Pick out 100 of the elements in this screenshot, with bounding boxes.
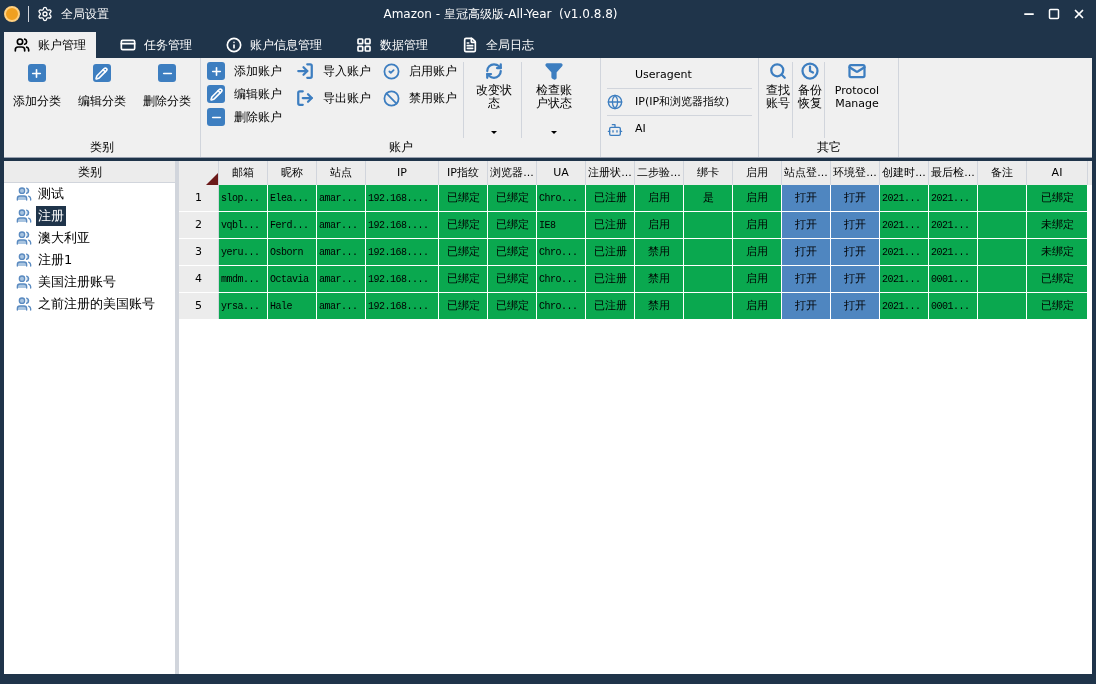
row-number[interactable]: 5	[179, 293, 219, 319]
ribbon-button[interactable]: Protocol Manage	[829, 62, 885, 138]
table-cell: 已绑定	[1027, 185, 1088, 211]
table-cell: 打开	[782, 212, 831, 238]
table-cell: 打开	[831, 185, 880, 211]
ribbon-button[interactable]: 删除账户	[207, 108, 282, 126]
ribbon-button[interactable]: 添加账户	[207, 62, 282, 80]
table-cell: 打开	[831, 266, 880, 292]
ribbon-button[interactable]: 备份恢复	[797, 62, 825, 138]
row-number[interactable]: 3	[179, 239, 219, 265]
table-cell: mmdm...	[219, 266, 268, 292]
table-cell: 启用	[733, 293, 782, 319]
category-item[interactable]: 之前注册的美国账号	[36, 294, 157, 314]
table-cell: 已绑定	[439, 185, 488, 211]
table-cell: 未绑定	[1027, 239, 1088, 265]
table-cell: 192.168....	[366, 266, 439, 292]
tab[interactable]: 账户信息管理	[216, 32, 332, 58]
group-label: 类别	[89, 139, 115, 156]
table-cell: 192.168....	[366, 293, 439, 319]
category-item[interactable]: 测试	[36, 184, 66, 204]
row-number[interactable]: 2	[179, 212, 219, 238]
table-cell: 未绑定	[1027, 212, 1088, 238]
table-cell: 禁用	[635, 266, 684, 292]
global-settings-link[interactable]: 全局设置	[61, 5, 109, 23]
ribbon-button[interactable]: 导入账户	[296, 62, 371, 80]
window-title: Amazon - 皇冠高级版-All-Year (v1.0.8.8)	[382, 6, 619, 23]
category-item[interactable]: 注册	[36, 206, 66, 226]
table-cell: 192.168....	[366, 239, 439, 265]
table-cell: 已绑定	[1027, 266, 1088, 292]
table-cell: 启用	[733, 185, 782, 211]
table-cell: 启用	[733, 239, 782, 265]
table-cell: Chro...	[537, 239, 586, 265]
table-cell: 已注册	[586, 266, 635, 292]
table-cell: 已注册	[586, 185, 635, 211]
dropdown-button[interactable]: 改变状态	[470, 62, 522, 138]
category-item[interactable]: 注册1	[36, 250, 75, 270]
table-cell: 启用	[733, 266, 782, 292]
table-cell: Octavia	[268, 266, 317, 292]
category-item[interactable]: 美国注册账号	[36, 272, 118, 292]
table-cell: 已绑定	[488, 185, 537, 211]
ribbon-button[interactable]: 编辑账户	[207, 85, 282, 103]
table-cell: amar...	[317, 293, 366, 319]
table-cell: slop...	[219, 185, 268, 211]
category-item[interactable]: 澳大利亚	[36, 228, 92, 248]
row-number[interactable]: 4	[179, 266, 219, 292]
table-cell: Hale	[268, 293, 317, 319]
table-cell: 已绑定	[488, 239, 537, 265]
table-cell: 已绑定	[488, 293, 537, 319]
table-cell: 禁用	[635, 239, 684, 265]
settings-item[interactable]: Useragent	[607, 62, 752, 89]
ribbon-button[interactable]: 启用账户	[383, 62, 457, 80]
table-cell: 2021...	[880, 239, 929, 265]
table-cell: 2021...	[880, 293, 929, 319]
table-cell: 打开	[782, 239, 831, 265]
table-cell: 启用	[635, 212, 684, 238]
table-cell: 打开	[831, 212, 880, 238]
table-cell: 已注册	[586, 293, 635, 319]
table-cell: 2021...	[880, 185, 929, 211]
table-cell: 是	[684, 185, 733, 211]
table-cell: vqbl...	[219, 212, 268, 238]
table-cell: 2021...	[880, 212, 929, 238]
table-cell: amar...	[317, 266, 366, 292]
table-cell: 启用	[635, 185, 684, 211]
tab[interactable]: 全局日志	[452, 32, 544, 58]
table-cell: 启用	[733, 212, 782, 238]
table-cell: 打开	[782, 266, 831, 292]
settings-item[interactable]: AI	[607, 116, 752, 143]
table-cell: 打开	[782, 293, 831, 319]
ribbon-button[interactable]: 删除分类	[141, 62, 194, 138]
table-cell: 0001...	[929, 293, 978, 319]
table-cell: yeru...	[219, 239, 268, 265]
dropdown-button[interactable]: 检查账户状态	[528, 62, 580, 138]
tab[interactable]: 任务管理	[110, 32, 202, 58]
table-cell: 0001...	[929, 266, 978, 292]
table-cell: amar...	[317, 239, 366, 265]
table-cell: 禁用	[635, 293, 684, 319]
table-cell: 打开	[782, 185, 831, 211]
group-label: 其它	[815, 139, 842, 156]
table-cell: 已注册	[586, 212, 635, 238]
table-cell: Elea...	[268, 185, 317, 211]
ribbon-button[interactable]: 查找账号	[765, 62, 793, 138]
ribbon-button[interactable]: 编辑分类	[76, 62, 128, 138]
tab[interactable]: 数据管理	[346, 32, 438, 58]
table-cell: 已绑定	[439, 266, 488, 292]
table-cell: amar...	[317, 185, 366, 211]
table-cell: IE8	[537, 212, 586, 238]
settings-item[interactable]: IP(IP和浏览器指纹)	[607, 89, 752, 116]
table-cell: 192.168....	[366, 185, 439, 211]
ribbon-button[interactable]: 导出账户	[296, 89, 371, 107]
table-cell: 已注册	[586, 239, 635, 265]
table-cell: 2021...	[929, 185, 978, 211]
row-number[interactable]: 1	[179, 185, 219, 211]
tab[interactable]: 账户管理	[4, 32, 96, 58]
table-cell: 已绑定	[488, 266, 537, 292]
table-cell: Chro...	[537, 185, 586, 211]
table-cell: Osborn	[268, 239, 317, 265]
table-cell: amar...	[317, 212, 366, 238]
ribbon-button[interactable]: 添加分类	[10, 62, 63, 138]
table-cell: 已绑定	[1027, 293, 1088, 319]
ribbon-button[interactable]: 禁用账户	[383, 89, 457, 107]
